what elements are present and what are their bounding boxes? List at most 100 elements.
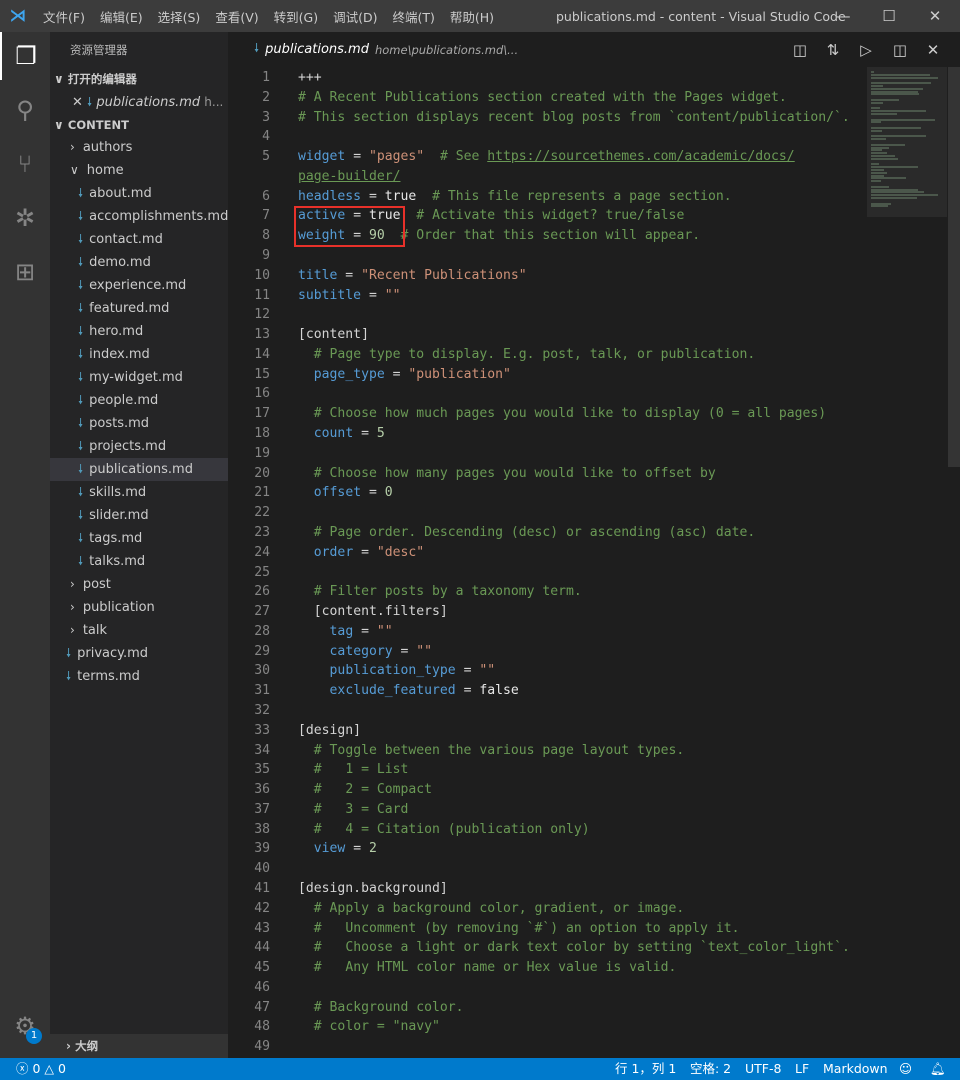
close-icon[interactable]: ✕ [72,95,83,110]
menu-item[interactable]: 转到(G) [267,10,326,25]
encoding[interactable]: UTF-8 [745,1058,781,1080]
code-text: [design.background] [298,879,448,899]
vscode-logo-icon: ⋊ [9,6,27,26]
line-number: 17 [254,406,270,422]
line-number: 35 [254,762,270,778]
code-line: 12 [228,305,868,325]
notifications-bell-icon[interactable]: 🔔︎ [930,1058,946,1080]
line-number: 19 [254,445,270,461]
code-token: [content] [298,327,369,343]
tree-item[interactable]: 🠗 about.md [50,182,228,205]
run-icon[interactable]: ▷ [851,32,881,67]
cursor-position[interactable]: 行 1，列 1 [615,1058,676,1080]
menu-item[interactable]: 终端(T) [385,10,442,25]
code-line: 14 # Page type to display. E.g. post, ta… [228,345,868,365]
tree-item[interactable]: 🠗 hero.md [50,320,228,343]
feedback-smiley-icon[interactable]: ☺ [899,1058,912,1080]
tree-item[interactable]: 🠗 experience.md [50,274,228,297]
code-token: 2 [368,841,377,857]
markdown-file-icon: 🠗 [78,278,84,292]
code-token: # 1 = List [313,762,409,778]
split-editor-icon[interactable]: ◫ [885,32,915,67]
tree-item[interactable]: 🠗 posts.md [50,412,228,435]
extensions-icon[interactable]: ⊞ [0,248,50,296]
tree-item[interactable]: ∨ home [50,159,228,182]
menu-item[interactable]: 选择(S) [151,10,209,25]
minimap[interactable] [867,67,947,217]
code-text: # Choose a light or dark text color by s… [298,938,850,958]
compare-changes-icon[interactable]: ⇅ [818,32,848,67]
code-token: # 2 = Compact [313,782,433,798]
code-token: view [313,841,346,857]
settings-gear-icon[interactable]: ⚙ 1 [0,1002,50,1050]
tree-item[interactable]: 🠗 index.md [50,343,228,366]
tree-item[interactable]: › publication [50,596,228,619]
open-editor-item[interactable]: ✕ 🠗 publications.md h... [50,91,228,114]
menu-item[interactable]: 调试(D) [326,10,385,25]
code-token: = [353,426,377,442]
menu-item[interactable]: 编辑(E) [93,10,151,25]
tree-item[interactable]: 🠗 accomplishments.md [50,205,228,228]
markdown-file-icon: 🠗 [78,301,84,315]
code-link[interactable]: https://sourcethemes.com/academic/docs/ [487,149,794,164]
source-control-icon[interactable]: ⑂ [0,140,50,188]
minimize-button[interactable]: — [820,0,866,32]
tree-item[interactable]: 🠗 terms.md [50,665,228,688]
tab-publications[interactable]: publications.md [265,42,369,57]
tree-item[interactable]: 🠗 tags.md [50,527,228,550]
indentation[interactable]: 空格: 2 [690,1058,731,1080]
close-editor-icon[interactable]: ✕ [918,32,948,67]
tree-item[interactable]: 🠗 publications.md [50,458,228,481]
content-folder-section[interactable]: ∨ CONTENT [50,114,228,136]
close-window-button[interactable]: ✕ [912,0,958,32]
tree-item[interactable]: › post [50,573,228,596]
code-link[interactable]: page-builder/ [298,169,400,184]
tree-item[interactable]: 🠗 my-widget.md [50,366,228,389]
tree-item[interactable]: 🠗 demo.md [50,251,228,274]
tree-item[interactable]: 🠗 featured.md [50,297,228,320]
editor-scrollbar[interactable] [948,67,960,467]
tree-item[interactable]: 🠗 people.md [50,389,228,412]
maximize-button[interactable]: ☐ [866,0,912,32]
chevron-right-icon: › [70,600,75,614]
open-preview-side-icon[interactable]: ◫ [785,32,815,67]
tree-item-label: my-widget.md [89,370,183,385]
code-text: # 1 = List [298,760,409,780]
explorer-icon[interactable]: ❐ [0,32,50,80]
tree-item[interactable]: 🠗 privacy.md [50,642,228,665]
tree-item[interactable]: 🠗 contact.md [50,228,228,251]
tree-item[interactable]: 🠗 talks.md [50,550,228,573]
debug-icon[interactable]: ✲ [0,194,50,242]
tree-item[interactable]: 🠗 projects.md [50,435,228,458]
tree-item[interactable]: › talk [50,619,228,642]
line-number: 26 [254,584,270,600]
chevron-down-icon: ∨ [70,163,79,177]
problems-indicator[interactable]: ⓧ 0 △ 0 [16,1058,66,1080]
minimap-line [871,202,891,205]
language-mode[interactable]: Markdown [823,1058,888,1080]
line-number: 22 [254,505,270,521]
line-ending[interactable]: LF [795,1058,809,1080]
tab-bar: 🠗 publications.md home\publications.md\.… [228,32,960,67]
code-token: = [361,188,385,204]
markdown-file-icon: 🠗 [254,41,260,55]
menu-item[interactable]: 文件(F) [36,10,93,25]
code-line: 13 [content] [228,325,868,345]
code-line: 34 # Toggle between the various page lay… [228,741,868,761]
menu-item[interactable]: 帮助(H) [443,10,502,25]
line-number: 14 [254,346,270,362]
tree-item[interactable]: 🠗 skills.md [50,481,228,504]
code-text: [design] [298,721,361,741]
tree-item[interactable]: 🠗 slider.md [50,504,228,527]
menu-item[interactable]: 查看(V) [208,10,266,25]
code-token: # Apply a background color, gradient, or… [313,900,685,916]
search-icon[interactable]: ⚲ [0,86,50,134]
outline-section[interactable]: › 大纲 [50,1034,228,1058]
open-editors-section[interactable]: ∨ 打开的编辑器 [50,68,228,90]
tree-item[interactable]: › authors [50,136,228,159]
